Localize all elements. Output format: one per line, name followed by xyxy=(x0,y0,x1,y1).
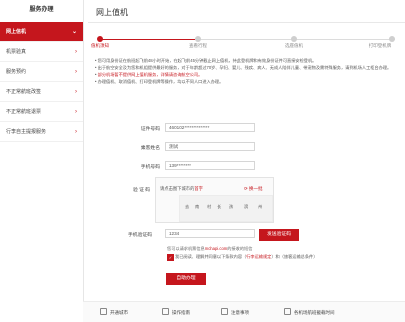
sms-hint: 您可以请求机票信息mchapi.com的接收的短信 xyxy=(167,246,253,251)
sidebar-item-label: 行李自主提报服务 xyxy=(6,129,47,135)
passenger-name-input[interactable]: 测试 xyxy=(165,142,255,151)
phone-input[interactable]: 139******** xyxy=(165,161,255,170)
send-sms-button[interactable]: 发送验证码 xyxy=(259,229,299,241)
footer-link-guide[interactable]: 操作指南 xyxy=(162,308,190,316)
sidebar-title: 服务办理 xyxy=(29,7,54,13)
id-label: 证件号码 xyxy=(140,127,160,132)
submit-button[interactable]: 自助办理 xyxy=(166,273,206,285)
captcha-refresh-button[interactable]: ⟳ 换一批 xyxy=(244,186,263,192)
captcha-char[interactable]: 村 xyxy=(207,204,211,210)
note-item: • 部分机场暂不提供网上值机服务，详情请咨询航空公司。 xyxy=(95,72,203,77)
step-dot-1 xyxy=(97,36,103,42)
sidebar-item-baggage-report[interactable]: 行李自主提报服务 › xyxy=(0,122,83,142)
captcha-char[interactable]: 长 xyxy=(217,204,221,210)
clock-icon xyxy=(284,308,291,315)
step-label-itinerary: 查看行程 xyxy=(189,43,207,48)
step-label-notice: 值机须知 xyxy=(91,43,109,48)
baggage-rules-link[interactable]: 行李运输规定 xyxy=(246,254,271,259)
captcha-char[interactable]: 孩 xyxy=(229,204,233,210)
note-item: • 办理值机、取消值机、打印登机牌等操作，均以不同人口进入办理。 xyxy=(95,79,224,84)
captcha-char[interactable]: 州 xyxy=(258,204,262,210)
sidebar-item-label: 不正常航班退票 xyxy=(6,109,42,115)
sidebar-item-irregular-change[interactable]: 不正常航班改签 › xyxy=(0,82,83,102)
chevron-right-icon: › xyxy=(75,69,77,75)
captcha-char[interactable]: 滨 xyxy=(244,204,248,210)
sidebar-item-ticket-verify[interactable]: 机票验真 › xyxy=(0,42,83,62)
agree-text: 我已阅读、理解并同意以下条款内容（行李运输规定）和（旅客运输总条件） xyxy=(175,254,318,259)
captcha-tip: 请点击图下城市的首字 xyxy=(160,186,203,191)
sidebar: 服务办理 网上信机 ⌄ 机票验真 › 服务预约 › 不正常航班改签 › 不正常航… xyxy=(0,0,84,321)
divider xyxy=(88,22,405,23)
captcha-label: 验 证 码 xyxy=(132,188,150,193)
captcha-char[interactable]: 南 xyxy=(195,204,199,210)
sidebar-item-online-checkin[interactable]: 网上信机 ⌄ xyxy=(0,22,83,42)
id-number-input[interactable]: 460102************** xyxy=(165,123,255,132)
notice-icon xyxy=(221,308,228,315)
note-item: • 您可用身份证在航班起飞前48小时开始，在起飞前45分钟截止网上值机，持此登机… xyxy=(95,58,317,63)
footer-link-cutoff-times[interactable]: 各机场航班截载时间 xyxy=(284,308,335,316)
sidebar-item-label: 服务预约 xyxy=(6,69,27,75)
city-icon xyxy=(100,308,107,315)
checkin-notes: • 您可用身份证在航班起飞前48小时开始，在起飞前45分钟截止网上值机，持此登机… xyxy=(95,57,400,85)
name-label: 乘客姓名 xyxy=(140,146,160,151)
captcha-char[interactable]: 去 xyxy=(185,204,189,210)
sms-code-input[interactable]: 1234 xyxy=(165,229,255,238)
progress-line-done xyxy=(100,39,195,40)
step-label-print: 打印登机牌 xyxy=(368,43,392,48)
page-title: 网上值机 xyxy=(96,8,128,17)
step-dot-2 xyxy=(195,36,201,42)
footer-link-cities[interactable]: 开通城市 xyxy=(100,308,128,316)
step-dot-4 xyxy=(389,36,395,42)
guide-icon xyxy=(162,308,169,315)
step-dot-3 xyxy=(291,36,297,42)
sidebar-item-irregular-refund[interactable]: 不正常航班退票 › xyxy=(0,102,83,122)
agree-checkbox[interactable]: ✓ xyxy=(167,254,174,261)
chevron-right-icon: › xyxy=(75,109,77,115)
sidebar-item-reservation[interactable]: 服务预约 › xyxy=(0,62,83,82)
sms-code-label: 手机验证码 xyxy=(128,233,152,238)
chevron-right-icon: › xyxy=(75,89,77,95)
sidebar-item-label: 机票验真 xyxy=(6,49,27,55)
sidebar-item-label: 网上信机 xyxy=(6,29,27,35)
chevron-right-icon: › xyxy=(75,129,77,135)
phone-label: 手机号码 xyxy=(140,165,160,170)
step-label-select-seat: 选座值机 xyxy=(285,43,303,48)
sidebar-item-label: 不正常航班改签 xyxy=(6,89,42,95)
footer-link-notes[interactable]: 注意事项 xyxy=(221,308,249,316)
refresh-icon: ⟳ xyxy=(244,186,248,191)
note-item: • 出于航空安全及为您和机组提供最好的服务，对于年龄超过70岁、孕妇、婴儿、残疾… xyxy=(95,65,392,70)
chevron-down-icon: ⌄ xyxy=(71,29,77,35)
